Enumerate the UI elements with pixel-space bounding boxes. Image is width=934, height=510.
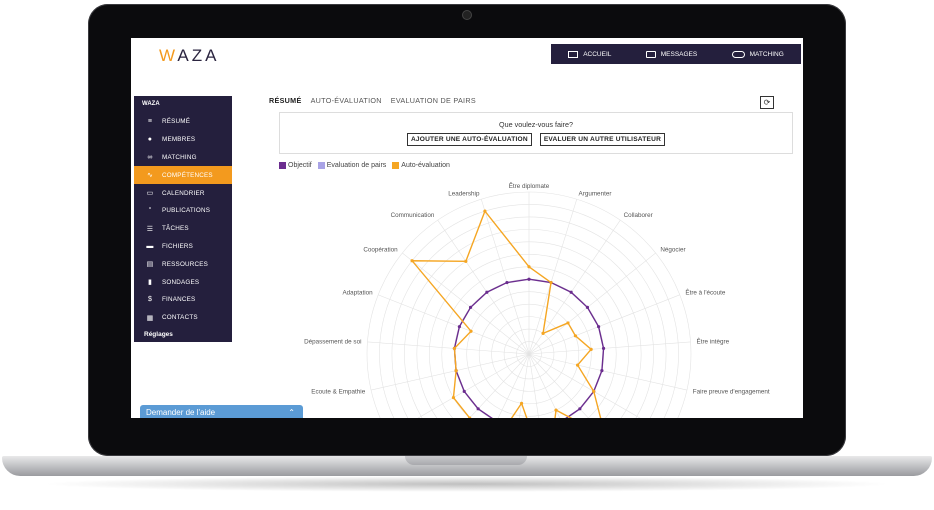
series-point bbox=[468, 305, 473, 309]
series-point bbox=[457, 325, 461, 329]
series-point bbox=[462, 389, 466, 393]
series-point bbox=[527, 265, 531, 269]
series-point bbox=[519, 401, 524, 405]
grid-spoke bbox=[528, 353, 688, 391]
axis-label: Négocier bbox=[660, 246, 685, 253]
series-point bbox=[454, 369, 458, 373]
series-point bbox=[452, 346, 457, 351]
series-point bbox=[485, 290, 489, 294]
series-point bbox=[483, 209, 487, 213]
grid-spoke bbox=[528, 353, 539, 418]
series-point bbox=[597, 325, 601, 329]
axis-label: Collaborer bbox=[624, 212, 653, 219]
laptop-notch bbox=[405, 456, 527, 465]
axis-label: Coopération bbox=[363, 246, 398, 253]
grid-spoke bbox=[519, 353, 530, 418]
grid-spoke bbox=[528, 353, 641, 418]
axis-label: Dépassement de soi bbox=[304, 338, 361, 345]
grid-spoke bbox=[370, 353, 530, 391]
series-point bbox=[451, 396, 456, 400]
series-point bbox=[410, 259, 414, 263]
series-point bbox=[600, 369, 604, 373]
axis-label: Être à l'écoute bbox=[685, 288, 726, 297]
axis-label: Être diplomate bbox=[509, 181, 550, 190]
series-point bbox=[573, 334, 578, 338]
screen: WAZA ACCUEIL MESSAGES MATCHING WAZA ≡ RÉS… bbox=[131, 38, 803, 418]
series-point bbox=[601, 346, 606, 351]
series-point bbox=[575, 363, 580, 367]
axis-label: Ecoute & Empathie bbox=[311, 388, 365, 395]
series-point bbox=[569, 290, 573, 294]
grid-spoke bbox=[417, 353, 530, 418]
axis-label: Communication bbox=[391, 212, 435, 219]
axis-label: Leadership bbox=[448, 190, 480, 197]
series-point bbox=[592, 389, 596, 393]
series-point bbox=[549, 280, 553, 285]
series-point bbox=[469, 329, 473, 333]
grid-spoke bbox=[528, 353, 561, 418]
series-point bbox=[554, 408, 558, 412]
series-point bbox=[541, 331, 545, 336]
grid-spoke bbox=[402, 252, 530, 355]
series-point bbox=[527, 277, 531, 281]
series-point bbox=[578, 407, 582, 411]
axis-label: Adaptation bbox=[342, 290, 373, 297]
axis-label: Être intègre bbox=[697, 336, 730, 345]
series-point bbox=[589, 347, 593, 351]
series-line-auto-evaluation bbox=[410, 209, 602, 418]
camera-icon bbox=[463, 11, 471, 19]
series-point bbox=[505, 280, 509, 285]
laptop-shadow bbox=[40, 476, 894, 492]
axis-label: Argumenter bbox=[579, 190, 612, 197]
radar-chart: Être diplomate Argumenter Collaborer Négoci… bbox=[304, 181, 770, 418]
series-point bbox=[585, 305, 590, 309]
series-point bbox=[464, 259, 468, 263]
series-point bbox=[566, 321, 570, 325]
series-point bbox=[476, 407, 480, 411]
axis-label: Faire preuve d'engagement bbox=[693, 388, 770, 395]
